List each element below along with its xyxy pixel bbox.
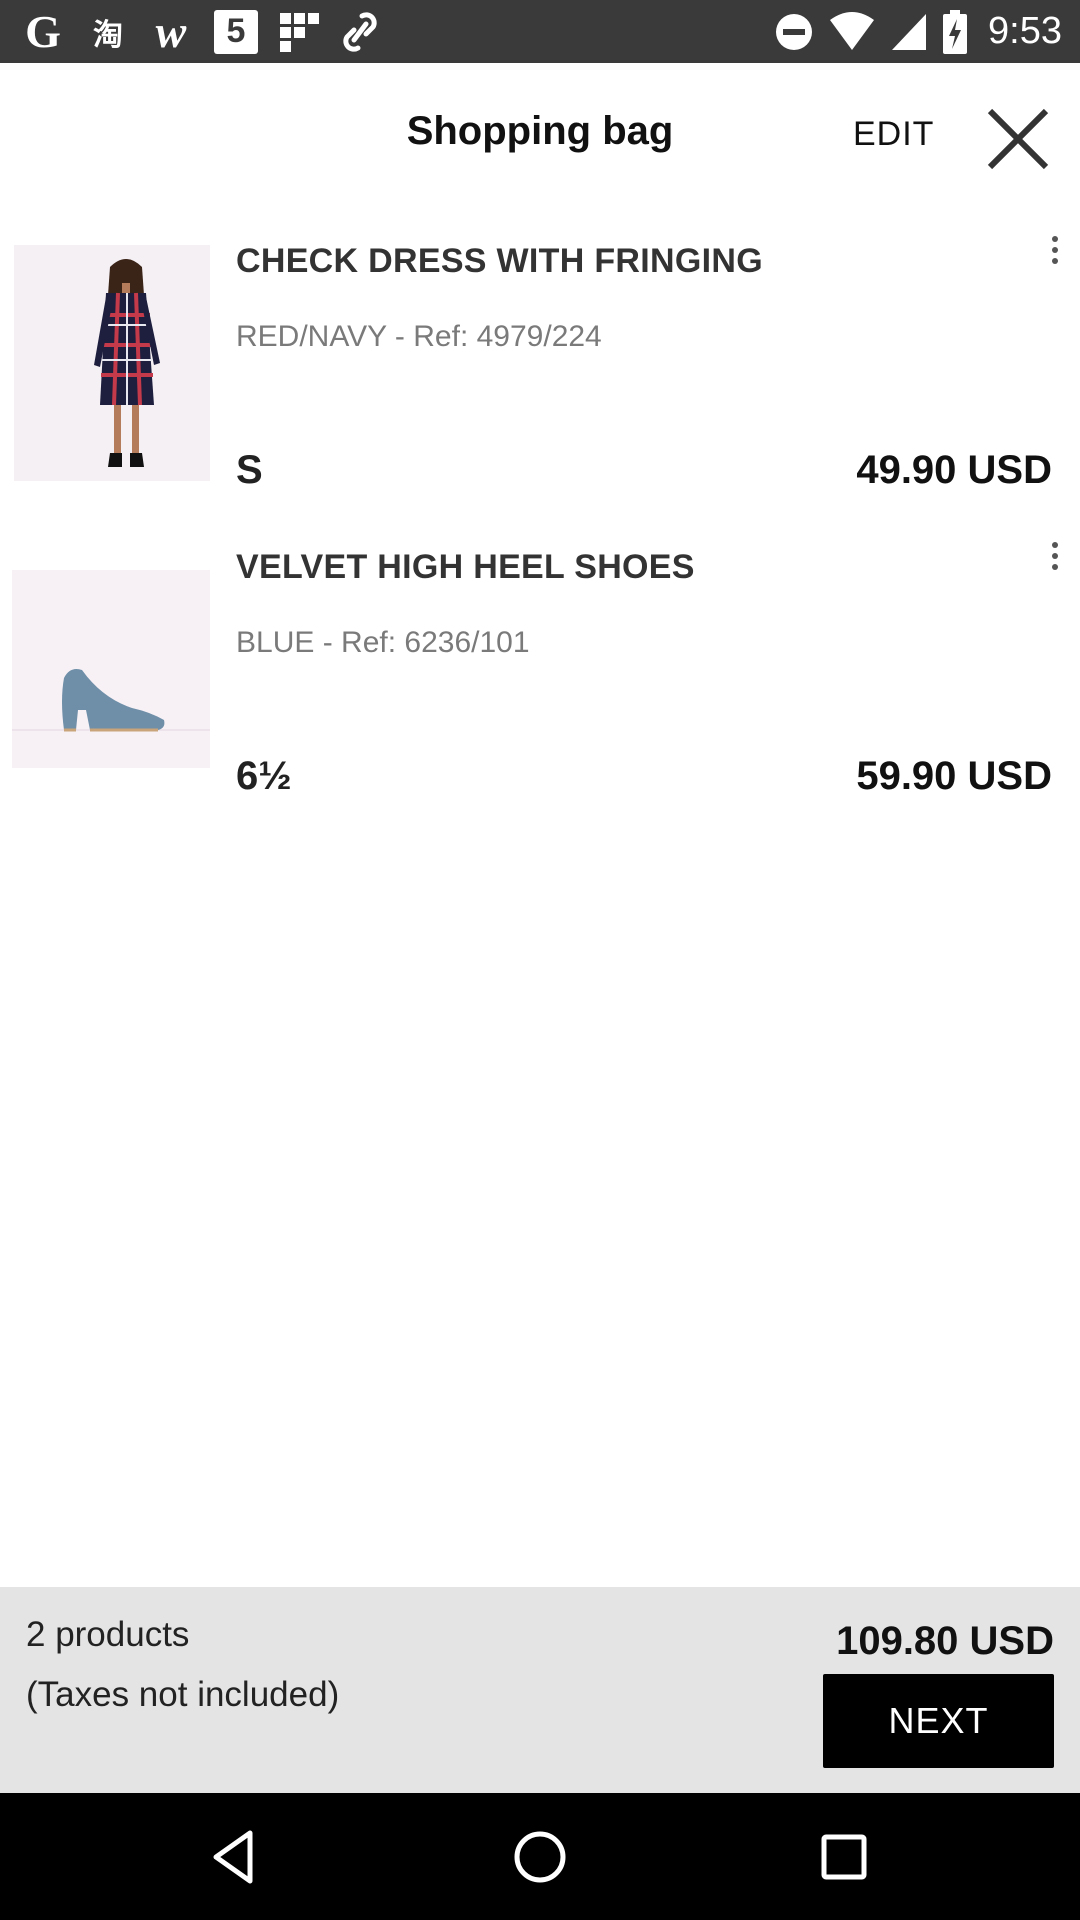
item-size: 6½ <box>236 754 292 798</box>
bag-item[interactable]: CHECK DRESS WITH FRINGING RED/NAVY - Ref… <box>0 230 1080 530</box>
shoes-thumbnail[interactable] <box>12 570 210 768</box>
close-icon[interactable] <box>982 103 1054 175</box>
product-count: 2 products <box>26 1615 190 1654</box>
recents-icon[interactable] <box>812 1825 876 1889</box>
five-icon: 5 <box>214 9 258 54</box>
order-summary: 2 products (Taxes not included) 109.80 U… <box>0 1587 1080 1793</box>
taxes-note: (Taxes not included) <box>26 1675 340 1714</box>
item-price: 49.90 USD <box>856 448 1052 492</box>
dress-thumbnail[interactable] <box>14 245 210 481</box>
item-name: CHECK DRESS WITH FRINGING <box>236 242 763 280</box>
battery-charging-icon <box>942 9 968 54</box>
back-icon[interactable] <box>204 1825 268 1889</box>
wifi-icon <box>828 10 876 54</box>
order-total: 109.80 USD <box>836 1619 1054 1663</box>
more-options-icon[interactable] <box>1048 236 1062 270</box>
navigation-bar <box>0 1793 1080 1920</box>
clock: 9:53 <box>988 10 1062 52</box>
do-not-disturb-icon <box>774 10 814 54</box>
wish-icon: w <box>155 6 187 57</box>
taobao-icon: 淘 <box>93 18 123 52</box>
grid-app-icon <box>278 10 320 54</box>
bag-item[interactable]: VELVET HIGH HEEL SHOES BLUE - Ref: 6236/… <box>0 536 1080 836</box>
link-icon <box>340 10 380 54</box>
item-color-ref: BLUE - Ref: 6236/101 <box>236 626 530 659</box>
home-icon[interactable] <box>508 1825 572 1889</box>
status-bar: G 淘 w 5 9:53 <box>0 0 1080 63</box>
google-icon: G <box>25 6 61 57</box>
item-name: VELVET HIGH HEEL SHOES <box>236 548 695 586</box>
cellular-signal-icon <box>890 10 928 54</box>
header: Shopping bag EDIT <box>0 63 1080 208</box>
more-options-icon[interactable] <box>1048 542 1062 576</box>
item-color-ref: RED/NAVY - Ref: 4979/224 <box>236 320 602 353</box>
next-button[interactable]: NEXT <box>823 1674 1054 1768</box>
item-price: 59.90 USD <box>856 754 1052 798</box>
item-size: S <box>236 448 263 492</box>
edit-button[interactable]: EDIT <box>853 115 934 154</box>
